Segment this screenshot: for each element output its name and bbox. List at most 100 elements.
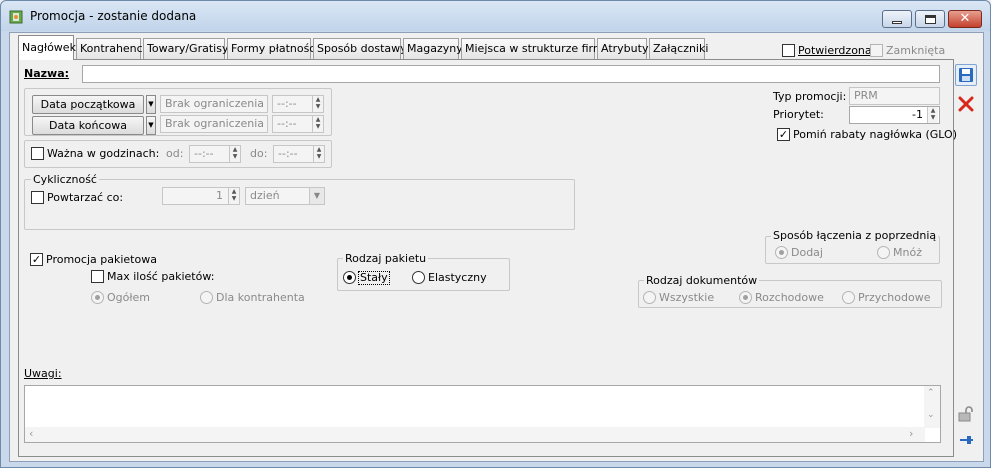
tab-label: Miejsca w strukturze firmy xyxy=(465,42,611,55)
end-date-button[interactable]: Data końcowa xyxy=(32,116,144,135)
outgoing-docs-radio xyxy=(739,291,752,304)
scroll-right-icon[interactable]: › xyxy=(909,427,913,440)
chevron-down-icon[interactable]: ▼ xyxy=(309,188,324,204)
skip-header-discounts-checkbox[interactable]: ✓ xyxy=(777,128,790,141)
name-input[interactable] xyxy=(82,65,940,83)
add-radio xyxy=(775,246,788,259)
to-time-spinner[interactable]: ▲ ▼ xyxy=(313,146,324,162)
tab-magazyny[interactable]: Magazyny xyxy=(403,38,463,59)
close-button[interactable]: ✕ xyxy=(948,10,982,28)
scroll-left-icon[interactable]: ‹ xyxy=(29,427,33,440)
fixed-label: Stały xyxy=(358,271,390,285)
minimize-icon xyxy=(892,20,902,24)
pin-button[interactable] xyxy=(955,429,977,451)
tab-miejsca-w-strukturze[interactable]: Miejsca w strukturze firmy xyxy=(461,38,610,59)
multiply-radio xyxy=(877,246,890,259)
tab-panel-naglowek: Nazwa: Data początkowa ▼ Brak ograniczen… xyxy=(18,59,957,457)
save-icon xyxy=(959,68,973,82)
notes-label: Uwagi: xyxy=(24,367,62,380)
end-date-input[interactable]: Brak ograniczenia xyxy=(160,115,268,133)
unlock-icon xyxy=(958,406,973,422)
radio-dot xyxy=(95,295,100,300)
priority-spinner[interactable]: ▲ ▼ xyxy=(927,107,938,123)
scroll-up-icon[interactable]: ⌃ xyxy=(927,388,935,398)
promo-type-label: Typ promocji: xyxy=(773,90,847,103)
chevron-down-icon: ▼ xyxy=(148,100,154,108)
outgoing-docs-label: Rozchodowe xyxy=(755,291,824,304)
closed-label: Zamknięta xyxy=(886,44,946,57)
form-client: Nagłówek Kontrahenci Towary/Gratisy Form… xyxy=(9,32,984,462)
radio-dot xyxy=(347,275,352,280)
tab-atrybuty[interactable]: Atrybuty xyxy=(597,38,649,59)
max-packages-checkbox[interactable] xyxy=(91,270,104,283)
start-date-input[interactable]: Brak ograniczenia xyxy=(160,95,268,113)
end-time-spinner[interactable]: ▲ ▼ xyxy=(312,116,323,132)
fixed-radio[interactable] xyxy=(343,271,356,284)
name-label: Nazwa: xyxy=(24,67,70,80)
window: Promocja - zostanie dodana ✕ Nagłówek Ko… xyxy=(0,0,991,468)
repeat-label: Powtarzać co: xyxy=(47,191,124,204)
closed-checkbox xyxy=(870,44,883,57)
tab-zalaczniki[interactable]: Załączniki xyxy=(649,38,709,59)
promo-type-input: PRM xyxy=(849,87,940,105)
radio-dot xyxy=(779,250,784,255)
skip-header-discounts-label: Pomiń rabaty nagłówka (GLO) xyxy=(793,128,957,141)
start-date-dropdown[interactable]: ▼ xyxy=(146,95,156,114)
tab-sposob-dostawy[interactable]: Sposób dostawy xyxy=(313,38,407,59)
tab-label: Załączniki xyxy=(653,42,709,55)
flexible-label: Elastyczny xyxy=(428,271,487,284)
tab-naglowek[interactable]: Nagłówek xyxy=(18,35,76,60)
per-contractor-radio xyxy=(200,291,213,304)
per-contractor-label: Dla kontrahenta xyxy=(216,291,305,304)
priority-label: Priorytet: xyxy=(773,108,824,121)
all-docs-label: Wszystkie xyxy=(659,291,715,304)
max-packages-label: Max ilość pakietów: xyxy=(107,270,215,283)
to-label: do: xyxy=(250,147,268,160)
tab-formy-platnosci[interactable]: Formy płatności xyxy=(227,38,318,59)
radio-dot xyxy=(743,295,748,300)
tab-label: Magazyny xyxy=(407,42,463,55)
notes-vertical-scrollbar[interactable]: ⌃ ⌄ xyxy=(924,386,940,428)
tab-label: Nagłówek xyxy=(22,41,76,54)
close-icon: ✕ xyxy=(959,11,971,26)
repeat-checkbox[interactable] xyxy=(31,191,44,204)
maximize-icon xyxy=(924,14,936,24)
tab-label: Formy płatności xyxy=(231,42,319,55)
tab-towary-gratisy[interactable]: Towary/Gratisy xyxy=(143,38,229,59)
notes-horizontal-scrollbar[interactable]: ‹ › xyxy=(25,427,925,442)
end-date-dropdown[interactable]: ▼ xyxy=(146,116,156,135)
tab-label: Atrybuty xyxy=(601,42,649,55)
tab-label: Kontrahenci xyxy=(80,42,146,55)
overall-radio xyxy=(91,291,104,304)
confirmed-checkbox[interactable] xyxy=(782,44,795,57)
tab-label: Towary/Gratisy xyxy=(147,42,229,55)
delete-button[interactable] xyxy=(955,93,977,115)
unlock-button[interactable] xyxy=(955,403,977,425)
notes-textarea[interactable]: ⌃ ⌄ ‹ › xyxy=(24,385,941,443)
flexible-radio[interactable] xyxy=(412,271,425,284)
chevron-down-icon: ▼ xyxy=(148,121,154,129)
repeat-value-spinner[interactable]: ▲ ▼ xyxy=(228,188,239,204)
app-icon xyxy=(9,10,23,24)
minimize-button[interactable] xyxy=(882,10,912,28)
add-label: Dodaj xyxy=(791,246,823,259)
doc-type-group-title: Rodzaj dokumentów xyxy=(644,274,760,287)
tab-kontrahenci[interactable]: Kontrahenci xyxy=(76,38,146,59)
maximize-button[interactable] xyxy=(915,10,945,28)
incoming-docs-radio xyxy=(842,291,855,304)
overall-label: Ogółem xyxy=(107,291,150,304)
confirmed-label: Potwierdzona xyxy=(798,44,872,57)
start-date-button[interactable]: Data początkowa xyxy=(32,95,144,114)
from-time-spinner[interactable]: ▲ ▼ xyxy=(229,146,240,162)
from-label: od: xyxy=(166,147,184,160)
promo-package-checkbox[interactable]: ✓ xyxy=(30,253,43,266)
hours-checkbox[interactable] xyxy=(31,147,44,160)
save-button[interactable] xyxy=(955,64,977,86)
start-time-spinner[interactable]: ▲ ▼ xyxy=(312,96,323,112)
hours-label: Ważna w godzinach: xyxy=(47,147,160,160)
pin-icon xyxy=(960,436,973,444)
scroll-down-icon[interactable]: ⌄ xyxy=(927,410,935,420)
title-bar[interactable]: Promocja - zostanie dodana ✕ xyxy=(1,1,990,31)
delete-icon xyxy=(958,96,974,112)
cyclic-group-title: Cykliczność xyxy=(31,173,99,186)
